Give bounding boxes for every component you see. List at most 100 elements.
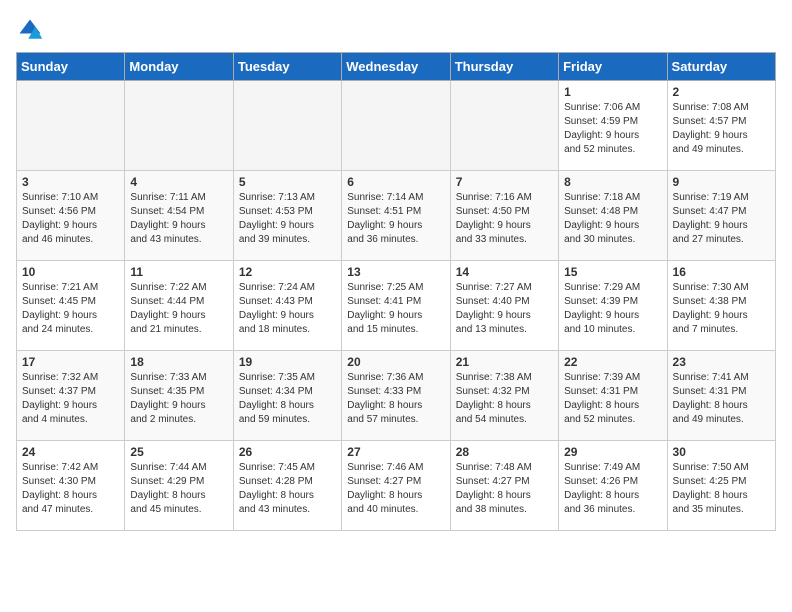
calendar-day-cell: 6 Sunrise: 7:14 AM Sunset: 4:51 PM Daylig… (342, 171, 450, 261)
calendar-day-cell (125, 81, 233, 171)
day-info: Sunrise: 7:18 AM Sunset: 4:48 PM Dayligh… (564, 191, 661, 247)
day-number: 8 (564, 175, 661, 189)
calendar-day-cell: 10 Sunrise: 7:21 AM Sunset: 4:45 PM Dayli… (17, 261, 125, 351)
day-info: Sunrise: 7:06 AM Sunset: 4:59 PM Dayligh… (564, 101, 661, 157)
calendar-day-cell: 20 Sunrise: 7:36 AM Sunset: 4:33 PM Dayli… (342, 351, 450, 441)
calendar-day-cell: 8 Sunrise: 7:18 AM Sunset: 4:48 PM Daylig… (559, 171, 667, 261)
weekday-header: Thursday (450, 53, 558, 81)
day-info: Sunrise: 7:38 AM Sunset: 4:32 PM Dayligh… (456, 371, 553, 427)
calendar-day-cell: 30Sunrise: 7:50 AM Sunset: 4:25 PM Dayli… (667, 441, 775, 531)
day-info: Sunrise: 7:14 AM Sunset: 4:51 PM Dayligh… (347, 191, 444, 247)
day-number: 24 (22, 445, 119, 459)
logo-icon (16, 16, 44, 44)
calendar-day-cell: 17Sunrise: 7:32 AM Sunset: 4:37 PM Dayli… (17, 351, 125, 441)
calendar-day-cell: 15 Sunrise: 7:29 AM Sunset: 4:39 PM Dayli… (559, 261, 667, 351)
calendar-week-row: 10 Sunrise: 7:21 AM Sunset: 4:45 PM Dayli… (17, 261, 776, 351)
calendar-day-cell: 5Sunrise: 7:13 AM Sunset: 4:53 PM Daylig… (233, 171, 341, 261)
day-info: Sunrise: 7:24 AM Sunset: 4:43 PM Dayligh… (239, 281, 336, 337)
day-info: Sunrise: 7:11 AM Sunset: 4:54 PM Dayligh… (130, 191, 227, 247)
day-info: Sunrise: 7:08 AM Sunset: 4:57 PM Dayligh… (673, 101, 770, 157)
day-number: 17 (22, 355, 119, 369)
day-number: 14 (456, 265, 553, 279)
calendar-day-cell: 9 Sunrise: 7:19 AM Sunset: 4:47 PM Daylig… (667, 171, 775, 261)
calendar-day-cell: 4Sunrise: 7:11 AM Sunset: 4:54 PM Daylig… (125, 171, 233, 261)
weekday-header: Monday (125, 53, 233, 81)
day-info: Sunrise: 7:35 AM Sunset: 4:34 PM Dayligh… (239, 371, 336, 427)
weekday-header: Wednesday (342, 53, 450, 81)
calendar-day-cell: 1 Sunrise: 7:06 AM Sunset: 4:59 PM Daylig… (559, 81, 667, 171)
calendar-day-cell: 22 Sunrise: 7:39 AM Sunset: 4:31 PM Dayli… (559, 351, 667, 441)
day-info: Sunrise: 7:10 AM Sunset: 4:56 PM Dayligh… (22, 191, 119, 247)
day-number: 13 (347, 265, 444, 279)
day-number: 28 (456, 445, 553, 459)
day-number: 10 (22, 265, 119, 279)
calendar-day-cell: 21 Sunrise: 7:38 AM Sunset: 4:32 PM Dayli… (450, 351, 558, 441)
day-number: 15 (564, 265, 661, 279)
day-number: 2 (673, 85, 770, 99)
day-info: Sunrise: 7:45 AM Sunset: 4:28 PM Dayligh… (239, 461, 336, 517)
calendar-day-cell: 27 Sunrise: 7:46 AM Sunset: 4:27 PM Dayli… (342, 441, 450, 531)
day-number: 26 (239, 445, 336, 459)
day-info: Sunrise: 7:48 AM Sunset: 4:27 PM Dayligh… (456, 461, 553, 517)
calendar-day-cell: 23 Sunrise: 7:41 AM Sunset: 4:31 PM Dayli… (667, 351, 775, 441)
calendar-day-cell: 14 Sunrise: 7:27 AM Sunset: 4:40 PM Dayli… (450, 261, 558, 351)
day-info: Sunrise: 7:29 AM Sunset: 4:39 PM Dayligh… (564, 281, 661, 337)
day-info: Sunrise: 7:27 AM Sunset: 4:40 PM Dayligh… (456, 281, 553, 337)
calendar-day-cell: 18 Sunrise: 7:33 AM Sunset: 4:35 PM Dayli… (125, 351, 233, 441)
day-number: 29 (564, 445, 661, 459)
day-info: Sunrise: 7:36 AM Sunset: 4:33 PM Dayligh… (347, 371, 444, 427)
day-info: Sunrise: 7:41 AM Sunset: 4:31 PM Dayligh… (673, 371, 770, 427)
day-number: 23 (673, 355, 770, 369)
calendar-week-row: 3 Sunrise: 7:10 AM Sunset: 4:56 PM Daylig… (17, 171, 776, 261)
day-number: 18 (130, 355, 227, 369)
calendar-day-cell (17, 81, 125, 171)
weekday-header: Sunday (17, 53, 125, 81)
calendar-day-cell (233, 81, 341, 171)
day-info: Sunrise: 7:25 AM Sunset: 4:41 PM Dayligh… (347, 281, 444, 337)
calendar-day-cell: 3 Sunrise: 7:10 AM Sunset: 4:56 PM Daylig… (17, 171, 125, 261)
day-number: 1 (564, 85, 661, 99)
calendar-table: SundayMondayTuesdayWednesdayThursdayFrid… (16, 52, 776, 531)
calendar-day-cell: 25 Sunrise: 7:44 AM Sunset: 4:29 PM Dayli… (125, 441, 233, 531)
day-number: 12 (239, 265, 336, 279)
day-number: 25 (130, 445, 227, 459)
weekday-header: Tuesday (233, 53, 341, 81)
day-number: 6 (347, 175, 444, 189)
day-info: Sunrise: 7:13 AM Sunset: 4:53 PM Dayligh… (239, 191, 336, 247)
calendar-week-row: 24Sunrise: 7:42 AM Sunset: 4:30 PM Dayli… (17, 441, 776, 531)
day-number: 16 (673, 265, 770, 279)
day-info: Sunrise: 7:50 AM Sunset: 4:25 PM Dayligh… (673, 461, 770, 517)
day-number: 9 (673, 175, 770, 189)
calendar-day-cell: 16 Sunrise: 7:30 AM Sunset: 4:38 PM Dayli… (667, 261, 775, 351)
day-info: Sunrise: 7:19 AM Sunset: 4:47 PM Dayligh… (673, 191, 770, 247)
calendar-day-cell: 13 Sunrise: 7:25 AM Sunset: 4:41 PM Dayli… (342, 261, 450, 351)
day-number: 20 (347, 355, 444, 369)
weekday-header: Friday (559, 53, 667, 81)
day-info: Sunrise: 7:21 AM Sunset: 4:45 PM Dayligh… (22, 281, 119, 337)
weekday-header: Saturday (667, 53, 775, 81)
day-number: 3 (22, 175, 119, 189)
day-number: 7 (456, 175, 553, 189)
calendar-day-cell: 11Sunrise: 7:22 AM Sunset: 4:44 PM Dayli… (125, 261, 233, 351)
day-info: Sunrise: 7:49 AM Sunset: 4:26 PM Dayligh… (564, 461, 661, 517)
calendar-day-cell (342, 81, 450, 171)
calendar-day-cell: 28 Sunrise: 7:48 AM Sunset: 4:27 PM Dayli… (450, 441, 558, 531)
day-info: Sunrise: 7:33 AM Sunset: 4:35 PM Dayligh… (130, 371, 227, 427)
calendar-day-cell: 29 Sunrise: 7:49 AM Sunset: 4:26 PM Dayli… (559, 441, 667, 531)
calendar-week-row: 17Sunrise: 7:32 AM Sunset: 4:37 PM Dayli… (17, 351, 776, 441)
day-info: Sunrise: 7:46 AM Sunset: 4:27 PM Dayligh… (347, 461, 444, 517)
calendar-day-cell: 7 Sunrise: 7:16 AM Sunset: 4:50 PM Daylig… (450, 171, 558, 261)
day-info: Sunrise: 7:30 AM Sunset: 4:38 PM Dayligh… (673, 281, 770, 337)
calendar-header-row: SundayMondayTuesdayWednesdayThursdayFrid… (17, 53, 776, 81)
day-info: Sunrise: 7:44 AM Sunset: 4:29 PM Dayligh… (130, 461, 227, 517)
calendar-day-cell: 26 Sunrise: 7:45 AM Sunset: 4:28 PM Dayli… (233, 441, 341, 531)
page-header (16, 16, 776, 44)
calendar-day-cell: 12 Sunrise: 7:24 AM Sunset: 4:43 PM Dayli… (233, 261, 341, 351)
day-info: Sunrise: 7:39 AM Sunset: 4:31 PM Dayligh… (564, 371, 661, 427)
day-info: Sunrise: 7:16 AM Sunset: 4:50 PM Dayligh… (456, 191, 553, 247)
day-number: 21 (456, 355, 553, 369)
day-number: 22 (564, 355, 661, 369)
day-number: 27 (347, 445, 444, 459)
day-number: 11 (130, 265, 227, 279)
calendar-week-row: 1 Sunrise: 7:06 AM Sunset: 4:59 PM Daylig… (17, 81, 776, 171)
